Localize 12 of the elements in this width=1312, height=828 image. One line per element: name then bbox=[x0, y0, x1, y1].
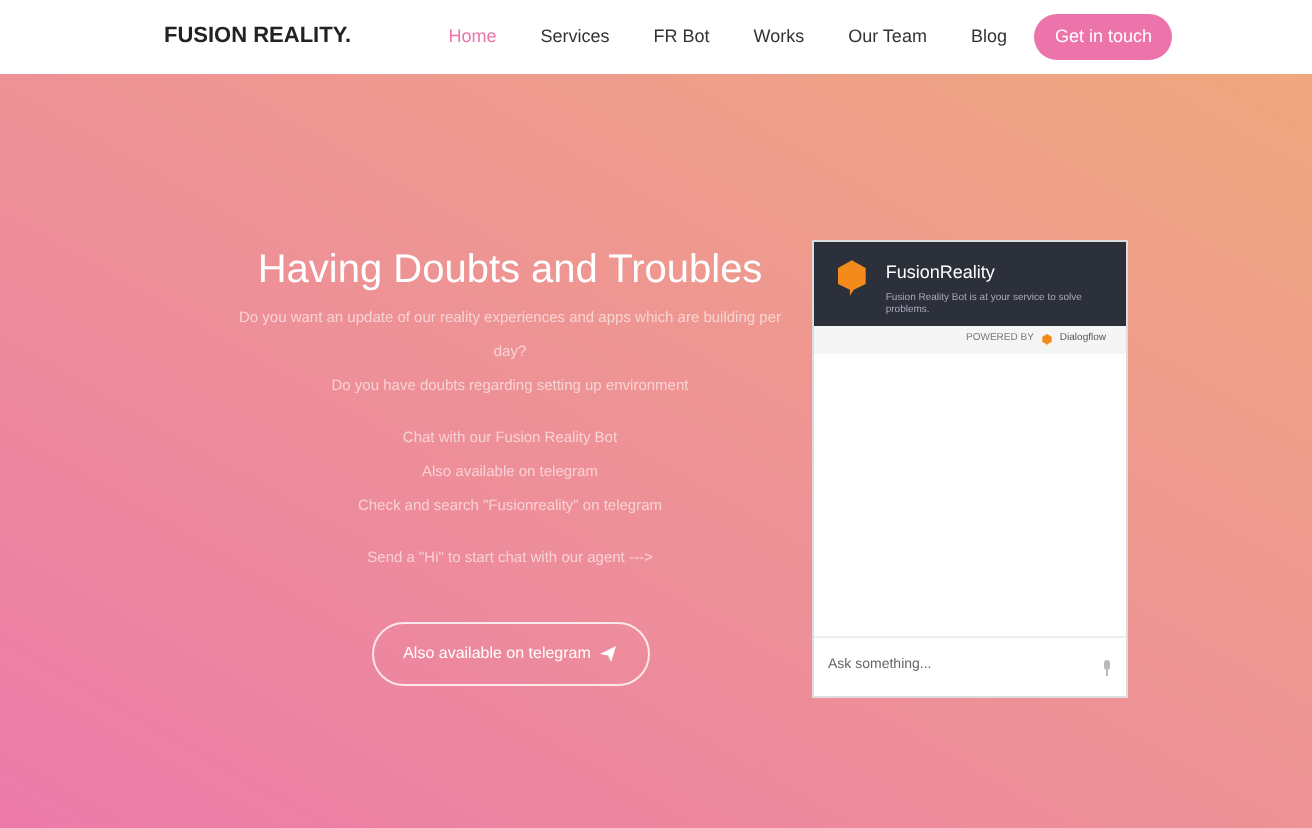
hexagon-icon bbox=[1041, 334, 1052, 346]
microphone-icon[interactable] bbox=[1102, 659, 1112, 675]
paper-plane-icon bbox=[600, 646, 617, 662]
hero-title: Having Doubts and Troubles bbox=[257, 246, 763, 296]
nav-link[interactable]: Our Team bbox=[848, 23, 927, 51]
nav-link[interactable]: Services bbox=[540, 23, 610, 51]
chat-title: FusionReality bbox=[885, 260, 997, 286]
logo: FUSION REALITY. bbox=[164, 22, 352, 53]
hexagon-icon bbox=[838, 260, 866, 296]
nav-link[interactable]: Works bbox=[753, 23, 805, 51]
nav-link[interactable]: Blog bbox=[970, 23, 1007, 51]
nav-link[interactable]: FR Bot bbox=[653, 23, 710, 51]
